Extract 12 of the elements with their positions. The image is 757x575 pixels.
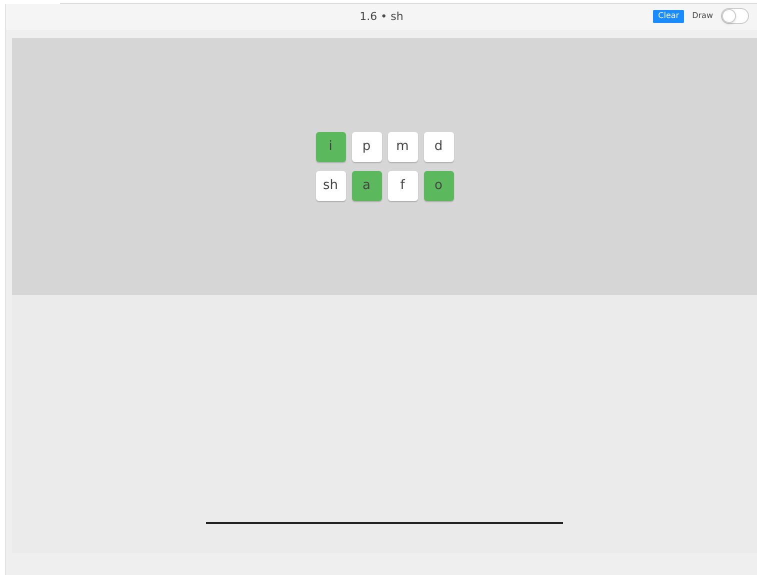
letter-tile[interactable]: sh [316, 170, 346, 200]
letter-tile[interactable]: f [388, 170, 418, 200]
letter-tile[interactable]: m [388, 132, 418, 162]
letter-tile[interactable]: a [352, 170, 382, 200]
letter-tile[interactable]: d [424, 132, 454, 162]
page-title: 1.6 • sh [360, 8, 404, 25]
writing-area[interactable] [12, 295, 757, 553]
letter-tile[interactable]: o [424, 170, 454, 200]
letter-tile[interactable]: i [316, 132, 346, 162]
draw-toggle[interactable] [721, 8, 749, 24]
draw-label: Draw [692, 10, 713, 22]
letter-tile[interactable]: p [352, 132, 382, 162]
